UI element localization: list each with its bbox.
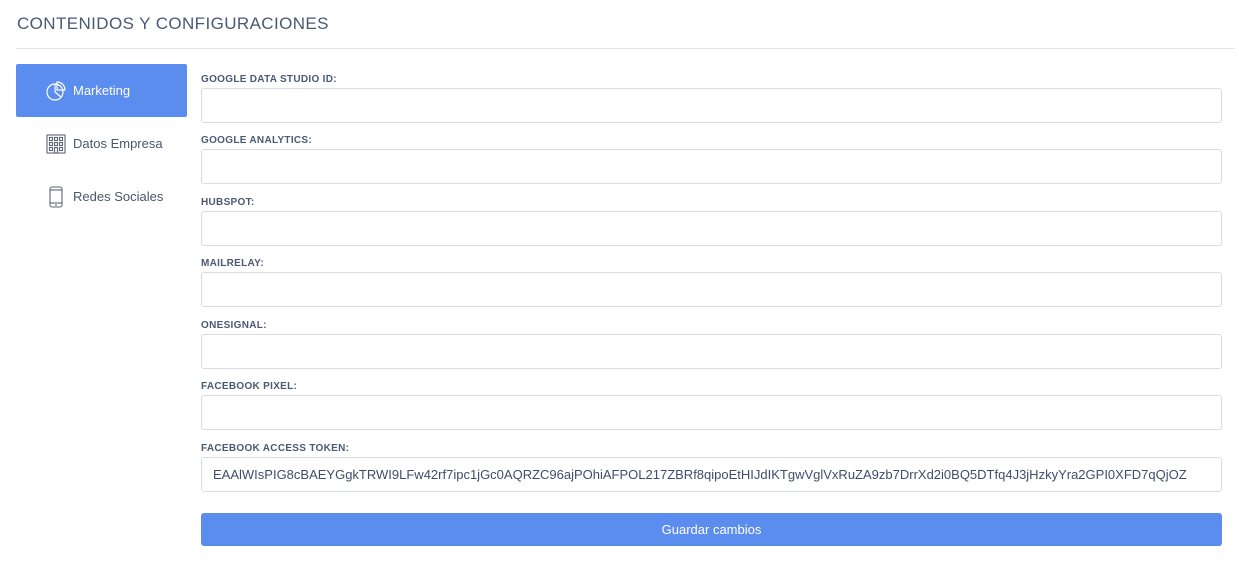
sidebar-item-datos-empresa[interactable]: Datos Empresa [16,117,187,170]
google-analytics-input[interactable] [201,149,1222,184]
onesignal-input[interactable] [201,334,1222,369]
google-data-studio-label: GOOGLE DATA STUDIO ID: [201,74,337,85]
page: CONTENIDOS Y CONFIGURACIONES Marketing D… [0,0,1239,568]
page-title: CONTENIDOS Y CONFIGURACIONES [17,14,329,33]
sidebar: Marketing Datos Empresa Redes Sociales [16,64,187,223]
google-data-studio-input[interactable] [201,88,1222,123]
pie-chart-icon [44,79,68,103]
sidebar-item-redes-sociales[interactable]: Redes Sociales [16,170,187,223]
facebook-pixel-input[interactable] [201,395,1222,430]
hubspot-input[interactable] [201,211,1222,246]
facebook-access-token-label: FACEBOOK ACCESS TOKEN: [201,443,350,454]
building-icon [44,132,68,156]
sidebar-item-marketing[interactable]: Marketing [16,64,187,117]
mailrelay-label: MAILRELAY: [201,258,264,269]
facebook-pixel-label: FACEBOOK PIXEL: [201,381,298,392]
sidebar-item-label: Marketing [73,83,131,98]
google-analytics-label: GOOGLE ANALYTICS: [201,135,313,146]
sidebar-item-label: Datos Empresa [73,136,163,151]
facebook-access-token-input[interactable] [201,457,1222,492]
mobile-phone-icon [44,185,68,209]
save-button[interactable]: Guardar cambios [201,513,1222,546]
onesignal-label: ONESIGNAL: [201,320,267,331]
hubspot-label: HUBSPOT: [201,197,255,208]
title-divider [16,48,1235,49]
mailrelay-input[interactable] [201,272,1222,307]
sidebar-item-label: Redes Sociales [73,189,164,204]
